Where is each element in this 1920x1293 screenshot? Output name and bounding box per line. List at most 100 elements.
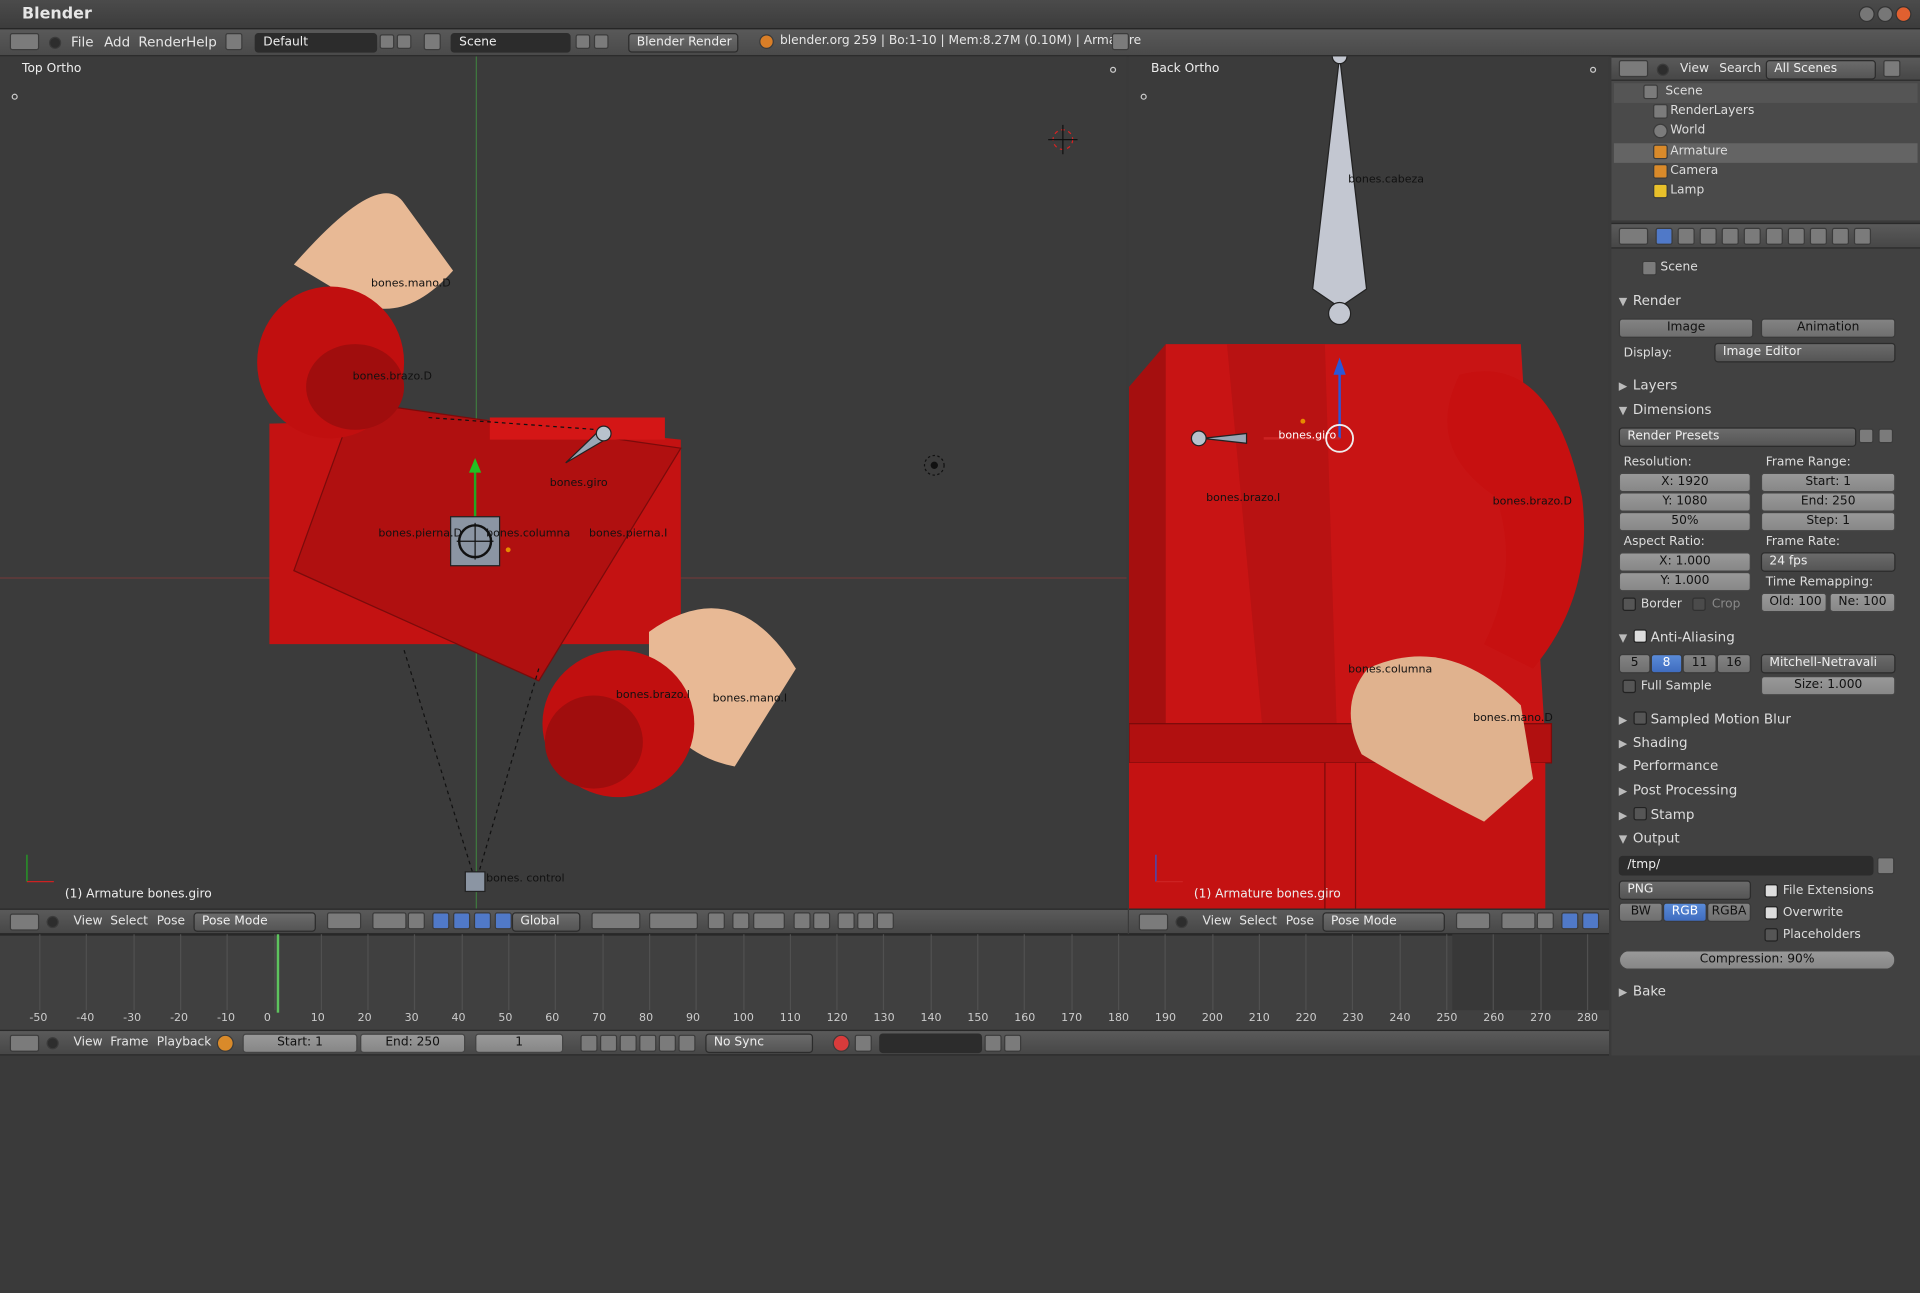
- performance-panel-header[interactable]: ▶ Performance: [1619, 758, 1896, 780]
- snap-dropdown[interactable]: [753, 912, 785, 930]
- outliner-row-lamp[interactable]: Lamp: [1614, 182, 1918, 202]
- translate-icon[interactable]: [1561, 912, 1579, 930]
- menu-view[interactable]: View: [1202, 915, 1231, 928]
- compression-slider[interactable]: Compression: 90%: [1618, 950, 1896, 970]
- menu-pose[interactable]: Pose: [1286, 915, 1314, 928]
- resolution-y-field[interactable]: Y: 1080: [1618, 492, 1752, 512]
- outliner-row-camera[interactable]: Camera: [1614, 163, 1918, 183]
- keying-icon[interactable]: [854, 1034, 872, 1052]
- stamp-checkbox[interactable]: [1632, 806, 1647, 821]
- layers-panel-header[interactable]: ▶ Layers: [1619, 377, 1896, 399]
- manipulator-toggle[interactable]: [1536, 912, 1554, 930]
- resolution-percent-field[interactable]: 50%: [1618, 511, 1752, 532]
- remove-preset-icon[interactable]: [1878, 428, 1894, 444]
- editor-type-icon[interactable]: [1138, 913, 1169, 931]
- timeline[interactable]: [0, 934, 1609, 1030]
- dimensions-panel-header[interactable]: ▼ Dimensions: [1619, 402, 1896, 424]
- remove-scene-icon[interactable]: [593, 34, 609, 49]
- constraints-tab-icon[interactable]: [1765, 227, 1783, 245]
- pose-lock-icon[interactable]: [707, 912, 725, 930]
- world-tab-icon[interactable]: [1721, 227, 1739, 245]
- paste-flip-icon[interactable]: [876, 912, 894, 930]
- editor-type-icon[interactable]: [9, 1034, 40, 1052]
- menu-playback[interactable]: Playback: [157, 1036, 212, 1049]
- bone-constraint-tab-icon[interactable]: [1831, 227, 1849, 245]
- jump-next-keyframe-icon[interactable]: [658, 1034, 676, 1052]
- menu-add[interactable]: Add: [104, 34, 130, 50]
- copy-pose-icon[interactable]: [837, 912, 855, 930]
- manipulator-toggle[interactable]: [407, 912, 425, 930]
- time-new-field[interactable]: Ne: 100: [1829, 592, 1896, 613]
- output-path-field[interactable]: /tmp/: [1618, 855, 1874, 876]
- aa-samples-5[interactable]: 5: [1618, 653, 1651, 674]
- rotate-icon[interactable]: [453, 912, 471, 930]
- color-rgba-button[interactable]: RGBA: [1706, 902, 1752, 923]
- render-animation-button[interactable]: Animation: [1760, 318, 1896, 338]
- jump-start-icon[interactable]: [580, 1034, 598, 1052]
- scene-tab-icon[interactable]: [1699, 227, 1717, 245]
- motion-blur-panel-header[interactable]: ▶ Sampled Motion Blur: [1619, 710, 1896, 732]
- time-old-field[interactable]: Old: 100: [1760, 592, 1827, 613]
- close-button[interactable]: [1895, 6, 1912, 23]
- display-filter-dropdown[interactable]: All Scenes: [1765, 60, 1876, 80]
- render-image-button[interactable]: Image: [1618, 318, 1754, 338]
- aa-size-field[interactable]: Size: 1.000: [1760, 675, 1896, 696]
- outliner-row-scene[interactable]: Scene: [1613, 83, 1918, 103]
- search-icon[interactable]: [1883, 60, 1901, 78]
- anti-aliasing-panel-header[interactable]: ▼ Anti-Aliasing: [1619, 628, 1896, 650]
- outliner-row-armature[interactable]: Armature: [1613, 143, 1918, 163]
- frame-step-field[interactable]: Step: 1: [1760, 511, 1896, 532]
- mode-dropdown[interactable]: Pose Mode: [1322, 912, 1445, 932]
- scene-icon[interactable]: [423, 33, 441, 51]
- object-tab-icon[interactable]: [1743, 227, 1761, 245]
- aspect-y-field[interactable]: Y: 1.000: [1618, 571, 1752, 592]
- collapse-icon[interactable]: [48, 36, 62, 49]
- paste-pose-icon[interactable]: [857, 912, 875, 930]
- 3d-viewport-back[interactable]: Back Ortho bones.cabeza bones.giro bones…: [1128, 56, 1609, 909]
- collapse-icon[interactable]: [1656, 63, 1669, 76]
- armature-tab-icon[interactable]: [1787, 227, 1805, 245]
- aa-filter-dropdown[interactable]: Mitchell-Netravali: [1760, 653, 1896, 674]
- editor-type-icon[interactable]: [9, 33, 40, 51]
- mode-dropdown[interactable]: Pose Mode: [193, 912, 316, 932]
- layers-grid-2[interactable]: [648, 912, 698, 930]
- add-layout-icon[interactable]: [379, 34, 395, 49]
- render-engine-dropdown[interactable]: Blender Render: [628, 33, 739, 53]
- remove-layout-icon[interactable]: [396, 34, 412, 49]
- play-reverse-icon[interactable]: [619, 1034, 637, 1052]
- pin-icon[interactable]: [1620, 261, 1635, 276]
- current-frame-field[interactable]: 1: [475, 1033, 564, 1054]
- menu-pose[interactable]: Pose: [157, 915, 185, 928]
- editor-type-icon[interactable]: [1618, 60, 1649, 78]
- frame-end-field[interactable]: End: 250: [1760, 492, 1896, 512]
- layout-field[interactable]: Default: [254, 33, 378, 53]
- resolution-x-field[interactable]: X: 1920: [1618, 472, 1752, 493]
- fullscreen-icon[interactable]: [1111, 33, 1129, 51]
- stamp-panel-header[interactable]: ▶ Stamp: [1619, 806, 1896, 828]
- render-anim-icon[interactable]: [813, 912, 831, 930]
- anti-aliasing-checkbox[interactable]: [1632, 629, 1647, 643]
- scene-field[interactable]: Scene: [450, 33, 571, 53]
- folder-icon[interactable]: [1877, 857, 1895, 875]
- render-panel-header[interactable]: ▼ Render: [1619, 293, 1896, 315]
- collapse-icon[interactable]: [46, 915, 59, 929]
- orientation-dropdown[interactable]: Global: [511, 912, 581, 932]
- insert-keyframe-icon[interactable]: [984, 1034, 1002, 1052]
- bake-panel-header[interactable]: ▶ Bake: [1619, 983, 1896, 1005]
- collapse-icon[interactable]: [46, 1037, 59, 1050]
- full-sample-checkbox[interactable]: [1622, 679, 1636, 694]
- manip-icon[interactable]: [494, 912, 512, 930]
- proportional-icon[interactable]: [732, 912, 750, 930]
- end-frame-field[interactable]: End: 250: [360, 1033, 466, 1054]
- aa-samples-8[interactable]: 8: [1650, 653, 1683, 674]
- current-frame-line[interactable]: [276, 934, 280, 1013]
- render-tab-icon[interactable]: [1655, 227, 1673, 245]
- bone-tab-icon[interactable]: [1809, 227, 1827, 245]
- menu-view[interactable]: View: [1680, 62, 1709, 75]
- overwrite-checkbox[interactable]: [1764, 906, 1778, 920]
- color-rgb-button[interactable]: RGB: [1662, 902, 1707, 923]
- 3d-viewport-top[interactable]: Top Ortho bones.mano.D bones.brazo.D bon…: [0, 56, 1127, 909]
- frame-start-field[interactable]: Start: 1: [1760, 472, 1896, 493]
- crop-checkbox[interactable]: [1692, 597, 1706, 612]
- menu-frame[interactable]: Frame: [110, 1036, 148, 1049]
